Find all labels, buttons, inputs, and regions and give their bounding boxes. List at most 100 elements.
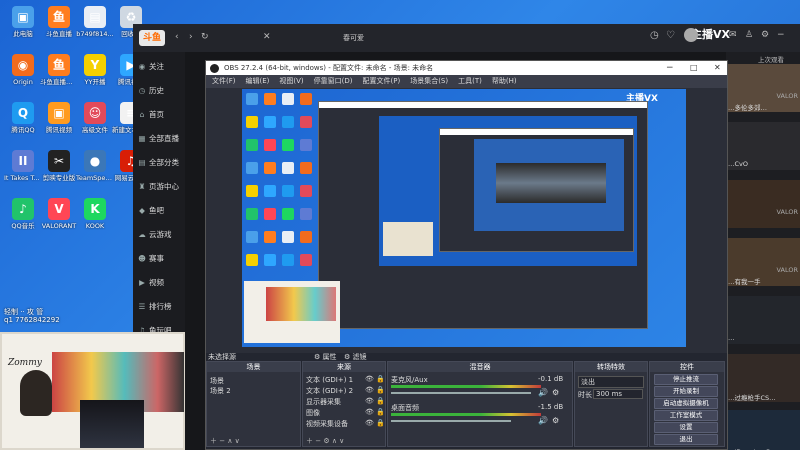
obs-menu-item[interactable]: 帮助(H) <box>492 77 517 85</box>
sidebar-item[interactable]: ▦ 全部直播 <box>137 130 183 148</box>
stream-thumbnail[interactable]: …多伦多郊… VALOR <box>726 64 800 112</box>
visibility-eye-icon[interactable]: 👁 <box>365 397 374 405</box>
obs-menu-item[interactable]: 配置文件(P) <box>363 77 401 85</box>
back-button[interactable]: ‹ <box>175 32 179 42</box>
mic-slider[interactable] <box>391 392 531 394</box>
obs-menu-item[interactable]: 视图(V) <box>279 77 303 85</box>
close-tab-icon[interactable]: ✕ <box>263 32 271 42</box>
shirt-icon[interactable]: ♙ <box>745 30 753 40</box>
obs-minimize-icon[interactable]: − <box>666 61 674 75</box>
desktop-icon[interactable]: V VALORANT <box>40 194 78 242</box>
desktop-icon[interactable]: ▣ 腾讯视频 <box>40 98 78 146</box>
obs-menu-item[interactable]: 停靠窗口(D) <box>314 77 353 85</box>
source-item[interactable]: 显示器采集 <box>306 397 341 407</box>
desktop-icon[interactable]: ▣ 此电脑 <box>4 2 42 50</box>
stream-thumbnail[interactable]: …过瘾枪手CS… <box>726 354 800 402</box>
sidebar-item[interactable]: ♜ 页游中心 <box>137 178 183 196</box>
source-item[interactable]: 视频采集设备 <box>306 419 348 429</box>
desktop-audio-slider[interactable] <box>391 420 511 422</box>
lock-icon[interactable]: 🔒 <box>376 386 385 394</box>
source-item[interactable]: 图像 <box>306 408 320 418</box>
transition-select[interactable]: 淡出 <box>578 376 644 388</box>
desktop-icon[interactable]: ● TeamSpeak 3 <box>76 146 114 194</box>
nested-app-icon <box>282 185 294 197</box>
control-button[interactable]: 开始录制 <box>654 386 718 397</box>
address-text[interactable]: 春可爱 <box>343 31 403 45</box>
thumbnail-caption: …多伦多郊… <box>728 104 767 112</box>
sidebar-item[interactable]: ☰ 排行榜 <box>137 298 183 316</box>
scene-item[interactable]: 场景 2 <box>210 386 231 396</box>
sources-toolbar[interactable]: ＋ − ⚙ ∧ ∨ <box>306 436 344 446</box>
lock-icon[interactable]: 🔒 <box>376 419 385 427</box>
control-button[interactable]: 退出 <box>654 434 718 445</box>
desktop-settings-icon[interactable]: ⚙ <box>552 416 559 425</box>
sidebar-item[interactable]: ⌂ 首页 <box>137 106 183 124</box>
sidebar-item[interactable]: ◷ 历史 <box>137 82 183 100</box>
desktop-icon[interactable]: K KOOK <box>76 194 114 242</box>
desktop-icon[interactable]: 鱼斗鱼直播 <box>40 2 78 50</box>
control-button[interactable]: 启动虚拟摄像机 <box>654 398 718 409</box>
lock-icon[interactable]: 🔒 <box>376 408 385 416</box>
sidebar-item[interactable]: ☁ 云游戏 <box>137 226 183 244</box>
sidebar-item[interactable]: ◆ 鱼吧 <box>137 202 183 220</box>
stream-thumbnail[interactable]: …有我一手 VALOR <box>726 238 800 286</box>
obs-maximize-icon[interactable]: □ <box>690 61 698 75</box>
obs-menu-item[interactable]: 文件(F) <box>212 77 236 85</box>
desktop-icon[interactable]: ✂ 剪映专业版 <box>40 146 78 194</box>
control-button[interactable]: 工作室模式 <box>654 410 718 421</box>
forward-button[interactable]: › <box>189 32 193 42</box>
desktop-speaker-icon[interactable]: 🔊 <box>538 416 548 425</box>
visibility-eye-icon[interactable]: 👁 <box>365 419 374 427</box>
app-icon: ♪ <box>12 198 34 220</box>
desktop-icon[interactable]: ♪ QQ音乐 <box>4 194 42 242</box>
desktop-icon[interactable]: Q 腾讯QQ <box>4 98 42 146</box>
stream-thumbnail[interactable]: …JDongLaoGen <box>726 410 800 450</box>
lock-icon[interactable]: 🔒 <box>376 397 385 405</box>
sidebar-item[interactable]: ▶ 视频 <box>137 274 183 292</box>
desktop-icon[interactable]: II It Takes Two <box>4 146 42 194</box>
sidebar-item[interactable]: ◉ 关注 <box>137 58 183 76</box>
lock-icon[interactable]: 🔒 <box>376 375 385 383</box>
obs-preview[interactable]: 主播VX <box>242 89 686 347</box>
douyu-logo[interactable]: 斗鱼 <box>139 30 165 46</box>
source-item[interactable]: 文本 (GDI+) 2 <box>306 386 353 396</box>
thumbnail-caption: …过瘾枪手CS… <box>728 394 776 402</box>
stream-thumbnail[interactable]: … <box>726 296 800 344</box>
desktop-icon[interactable]: ◉ Origin <box>4 50 42 98</box>
control-button[interactable]: 设置 <box>654 422 718 433</box>
desktop-icon-label: 腾讯视频 <box>46 126 72 134</box>
avatar[interactable] <box>684 28 698 42</box>
desktop-icon[interactable]: ☺ 高级文件 <box>76 98 114 146</box>
collect-icon[interactable]: ♡ <box>666 30 675 41</box>
visibility-eye-icon[interactable]: 👁 <box>365 408 374 416</box>
sidebar-item[interactable]: ☻ 赛事 <box>137 250 183 268</box>
control-button[interactable]: 停止推流 <box>654 374 718 385</box>
refresh-button[interactable]: ↻ <box>201 32 209 42</box>
visibility-eye-icon[interactable]: 👁 <box>365 386 374 394</box>
obs-close-icon[interactable]: ✕ <box>714 61 721 75</box>
desktop-icon[interactable]: 鱼斗鱼直播伴侣 <box>40 50 78 98</box>
desktop-icon[interactable]: Y YY开播 <box>76 50 114 98</box>
desktop-icon[interactable]: ▤ b749f814... <box>76 2 114 50</box>
obs-menu-item[interactable]: 场景集合(S) <box>410 77 448 85</box>
scenes-panel: 场景 场景 场景 2 ＋ − ∧ ∨ <box>206 361 301 447</box>
source-item[interactable]: 文本 (GDI+) 1 <box>306 375 353 385</box>
mic-settings-icon[interactable]: ⚙ <box>552 388 559 397</box>
obs-menu-item[interactable]: 工具(T) <box>458 77 482 85</box>
stream-thumbnail[interactable]: VALOR <box>726 180 800 228</box>
sidebar-item-label: 全部直播 <box>149 134 179 143</box>
minimize-icon[interactable]: − <box>777 30 785 40</box>
scenes-toolbar[interactable]: ＋ − ∧ ∨ <box>210 436 240 446</box>
sidebar-item[interactable]: ▤ 全部分类 <box>137 154 183 172</box>
stream-thumbnail[interactable]: …CvO <box>726 122 800 170</box>
app-icon: ▤ <box>84 6 106 28</box>
history-icon[interactable]: ◷ <box>650 30 659 41</box>
message-icon[interactable]: ✉ <box>729 30 737 40</box>
mic-speaker-icon[interactable]: 🔊 <box>538 388 548 397</box>
settings-icon[interactable]: ⚙ <box>761 30 769 40</box>
nested-app-icon <box>300 93 312 105</box>
obs-menu-item[interactable]: 编辑(E) <box>246 77 270 85</box>
visibility-eye-icon[interactable]: 👁 <box>365 375 374 383</box>
duration-field[interactable]: 300 ms <box>593 389 643 399</box>
scene-item[interactable]: 场景 <box>210 376 224 386</box>
